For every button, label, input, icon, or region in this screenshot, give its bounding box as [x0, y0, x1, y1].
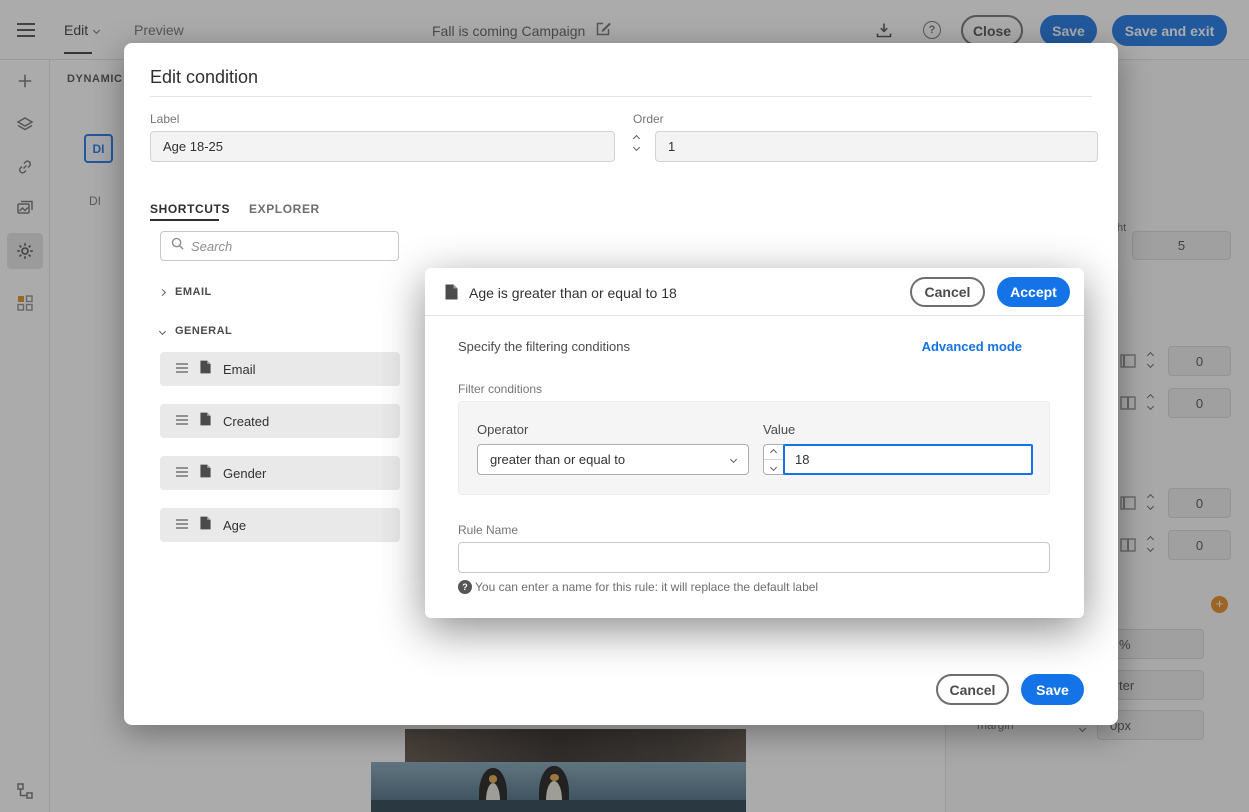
tree-group-general[interactable]: GENERAL	[158, 325, 233, 337]
label-field-label: Label	[150, 112, 180, 126]
tree-group-general-label: GENERAL	[175, 325, 233, 337]
operator-select[interactable]: greater than or equal to	[477, 444, 749, 475]
rule-hint: ? You can enter a name for this rule: it…	[458, 580, 818, 594]
shortcut-search[interactable]	[160, 231, 399, 261]
shortcut-item-label: Gender	[223, 465, 267, 481]
drag-handle-icon[interactable]	[176, 464, 188, 482]
rule-editor-modal: Age is greater than or equal to 18 Cance…	[425, 268, 1084, 618]
advanced-mode-link[interactable]: Advanced mode	[922, 339, 1022, 354]
rule-modal-title: Age is greater than or equal to 18	[469, 285, 677, 301]
shortcut-item-label: Age	[223, 517, 247, 533]
shortcut-item-gender[interactable]: Gender	[160, 456, 400, 490]
shortcut-item-created[interactable]: Created	[160, 404, 400, 438]
chevron-down-icon	[158, 327, 167, 335]
drag-handle-icon[interactable]	[176, 360, 188, 378]
stepper-down-button[interactable]	[764, 459, 783, 474]
filter-conditions-box: Operator greater than or equal to Value	[458, 401, 1050, 495]
drag-handle-icon[interactable]	[176, 516, 188, 534]
shortcut-item-label: Created	[223, 413, 270, 429]
tab-shortcuts-underline	[150, 219, 219, 221]
rule-subtitle: Specify the filtering conditions	[458, 339, 630, 354]
modal-title: Edit condition	[150, 67, 259, 87]
rule-name-input[interactable]	[458, 542, 1050, 573]
label-input[interactable]	[150, 131, 615, 162]
shortcut-item-label: Email	[223, 361, 256, 377]
value-label: Value	[763, 422, 796, 437]
rule-hint-text: You can enter a name for this rule: it w…	[475, 580, 819, 594]
file-icon	[200, 412, 211, 431]
stepper-up-button[interactable]	[764, 445, 783, 459]
filter-conditions-label: Filter conditions	[458, 382, 543, 396]
file-icon	[445, 284, 458, 305]
search-icon	[171, 237, 184, 255]
rule-name-label: Rule Name	[458, 523, 519, 537]
app-root: Edit Preview Fall is coming Campaign ? C…	[0, 0, 1249, 812]
shortcut-item-email[interactable]: Email	[160, 352, 400, 386]
file-icon	[200, 360, 211, 379]
chevron-down-icon	[729, 455, 738, 464]
order-stepper[interactable]	[632, 134, 641, 152]
search-input[interactable]	[191, 238, 388, 254]
chevron-right-icon	[158, 288, 167, 296]
cancel-button[interactable]: Cancel	[936, 674, 1009, 705]
drag-handle-icon[interactable]	[176, 412, 188, 430]
file-icon	[200, 516, 211, 535]
tree-group-email[interactable]: EMAIL	[158, 286, 212, 298]
value-input[interactable]	[783, 444, 1033, 475]
value-stepper[interactable]	[763, 444, 784, 475]
operator-value: greater than or equal to	[490, 452, 626, 467]
help-filled-icon: ?	[458, 580, 472, 594]
order-input[interactable]	[655, 131, 1098, 162]
rule-cancel-button[interactable]: Cancel	[910, 277, 985, 307]
shortcut-item-age[interactable]: Age	[160, 508, 400, 542]
tab-explorer[interactable]: EXPLORER	[249, 202, 320, 216]
order-field-label: Order	[633, 112, 664, 126]
rule-accept-button[interactable]: Accept	[997, 277, 1070, 307]
operator-label: Operator	[477, 422, 529, 437]
title-divider	[150, 96, 1092, 97]
tab-shortcuts[interactable]: SHORTCUTS	[150, 202, 230, 216]
tree-group-email-label: EMAIL	[175, 286, 212, 298]
save-button[interactable]: Save	[1021, 674, 1084, 705]
file-icon	[200, 464, 211, 483]
